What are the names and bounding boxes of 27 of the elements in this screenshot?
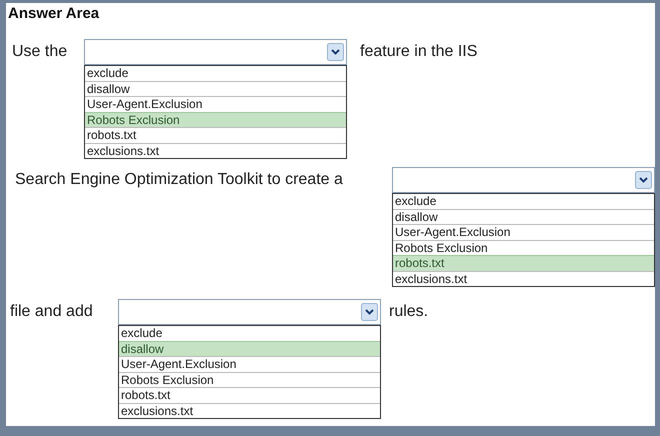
dropdown-option[interactable]: robots.txt — [119, 387, 380, 402]
sentence-text: feature in the IIS — [360, 42, 478, 62]
sentence-text: Use the — [12, 42, 68, 62]
dropdown-option[interactable]: User-Agent.Exclusion — [119, 356, 380, 372]
sentence-text: Search Engine Optimization Toolkit to create a — [15, 170, 344, 190]
sentence-text: rules. — [389, 302, 428, 322]
chevron-icon — [361, 303, 378, 321]
dropdown-option[interactable]: Robots Exclusion — [119, 372, 380, 387]
dropdown-option[interactable]: disallow — [119, 340, 380, 356]
dropdown[interactable] — [118, 299, 381, 325]
dropdown-option[interactable]: disallow — [85, 80, 346, 96]
sentence-text: file and add — [10, 302, 94, 322]
dropdown-option[interactable]: exclusions.txt — [393, 270, 654, 286]
answer-area-title: Answer Area — [7, 4, 100, 24]
dropdown[interactable] — [84, 39, 347, 65]
dropdown-option[interactable]: disallow — [393, 208, 654, 224]
dropdown-option[interactable]: User-Agent.Exclusion — [393, 224, 654, 240]
dropdown-option[interactable]: exclusions.txt — [85, 142, 346, 158]
dropdown-option[interactable]: exclusions.txt — [119, 402, 380, 418]
dropdown-option[interactable]: User-Agent.Exclusion — [85, 96, 346, 112]
chevron-icon — [327, 43, 344, 61]
dropdown-option[interactable]: robots.txt — [393, 255, 654, 270]
dropdown-option[interactable]: Robots Exclusion — [393, 240, 654, 255]
dropdown-option[interactable]: Robots Exclusion — [85, 112, 346, 127]
dropdown[interactable] — [392, 167, 655, 193]
chevron-icon — [635, 171, 652, 189]
dropdown-option[interactable]: robots.txt — [85, 127, 346, 142]
